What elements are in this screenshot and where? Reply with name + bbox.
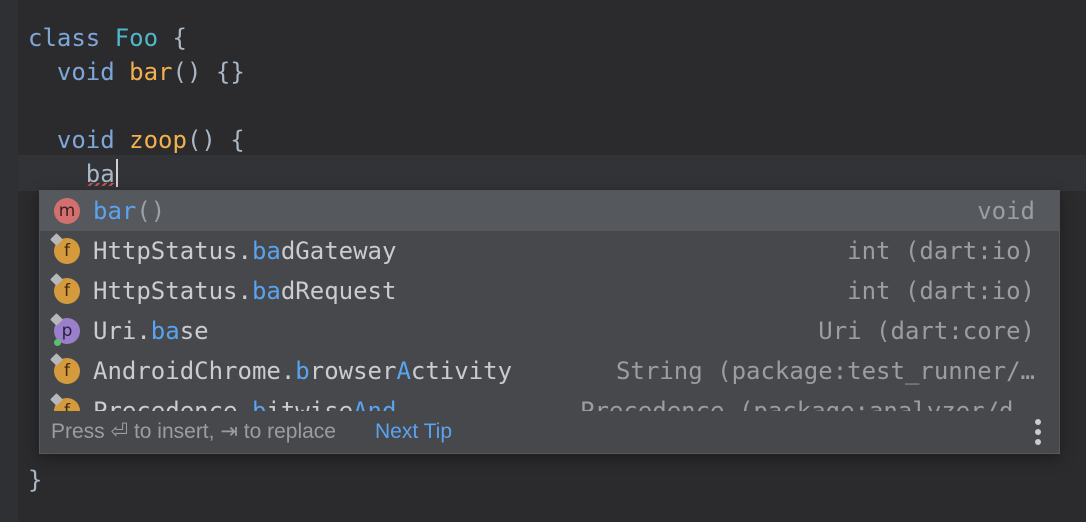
code-line-closing: } [28,466,43,494]
completion-popup: m bar() void f HttpStatus.badGateway int (dar… [39,190,1060,454]
completion-item[interactable]: m bar() void [40,191,1059,231]
completion-item[interactable]: f HttpStatus.badRequest int (dart:io) [40,271,1059,311]
next-tip-link[interactable]: Next Tip [375,411,452,453]
completion-item-label: HttpStatus.badRequest [93,277,397,305]
completion-item-type: String (package:test_runner/… [615,357,1035,385]
code-line-4: void zoop() { [56,126,245,154]
public-dot-icon [54,339,61,346]
completion-item-type: void [977,197,1035,225]
completion-item-label: HttpStatus.badGateway [93,237,397,265]
completion-item-type: Uri (dart:core) [818,317,1035,345]
completion-hint: Press ⏎ to insert, ⇥ to replace [51,420,336,443]
completion-footer: Press ⏎ to insert, ⇥ to replace Next Tip [40,411,1059,453]
code-line-5[interactable]: ba [28,157,118,191]
completion-item-label: AndroidChrome.browserActivity [93,357,513,385]
completion-list: m bar() void f HttpStatus.badGateway int (dar… [40,191,1059,413]
completion-item[interactable]: f AndroidChrome.browserActivity String (pa… [40,351,1059,391]
editor-gutter [0,0,18,522]
completion-item[interactable]: f HttpStatus.badGateway int (dart:io) [40,231,1059,271]
completion-item-label: Precedence.bitwiseAnd [93,397,397,413]
completion-item-type: int (dart:io) [847,277,1035,305]
more-options-icon[interactable] [1035,419,1041,445]
completion-item-type: int (dart:io) [847,237,1035,265]
typed-text: ba [85,160,115,188]
completion-item-type: Precedence (package:analyzer/dart/as [580,397,1035,413]
completion-item-label: bar() [93,197,166,225]
method-icon: m [54,198,80,224]
code-line-2: void bar() {} [56,58,245,86]
completion-item[interactable]: f Precedence.bitwiseAnd Precedence (packag… [40,391,1059,413]
current-line-highlight [18,155,1086,191]
completion-item[interactable]: p Uri.base Uri (dart:core) [40,311,1059,351]
completion-item-label: Uri.base [93,317,209,345]
code-line-1: class Foo { [28,24,187,52]
text-cursor [115,159,118,187]
